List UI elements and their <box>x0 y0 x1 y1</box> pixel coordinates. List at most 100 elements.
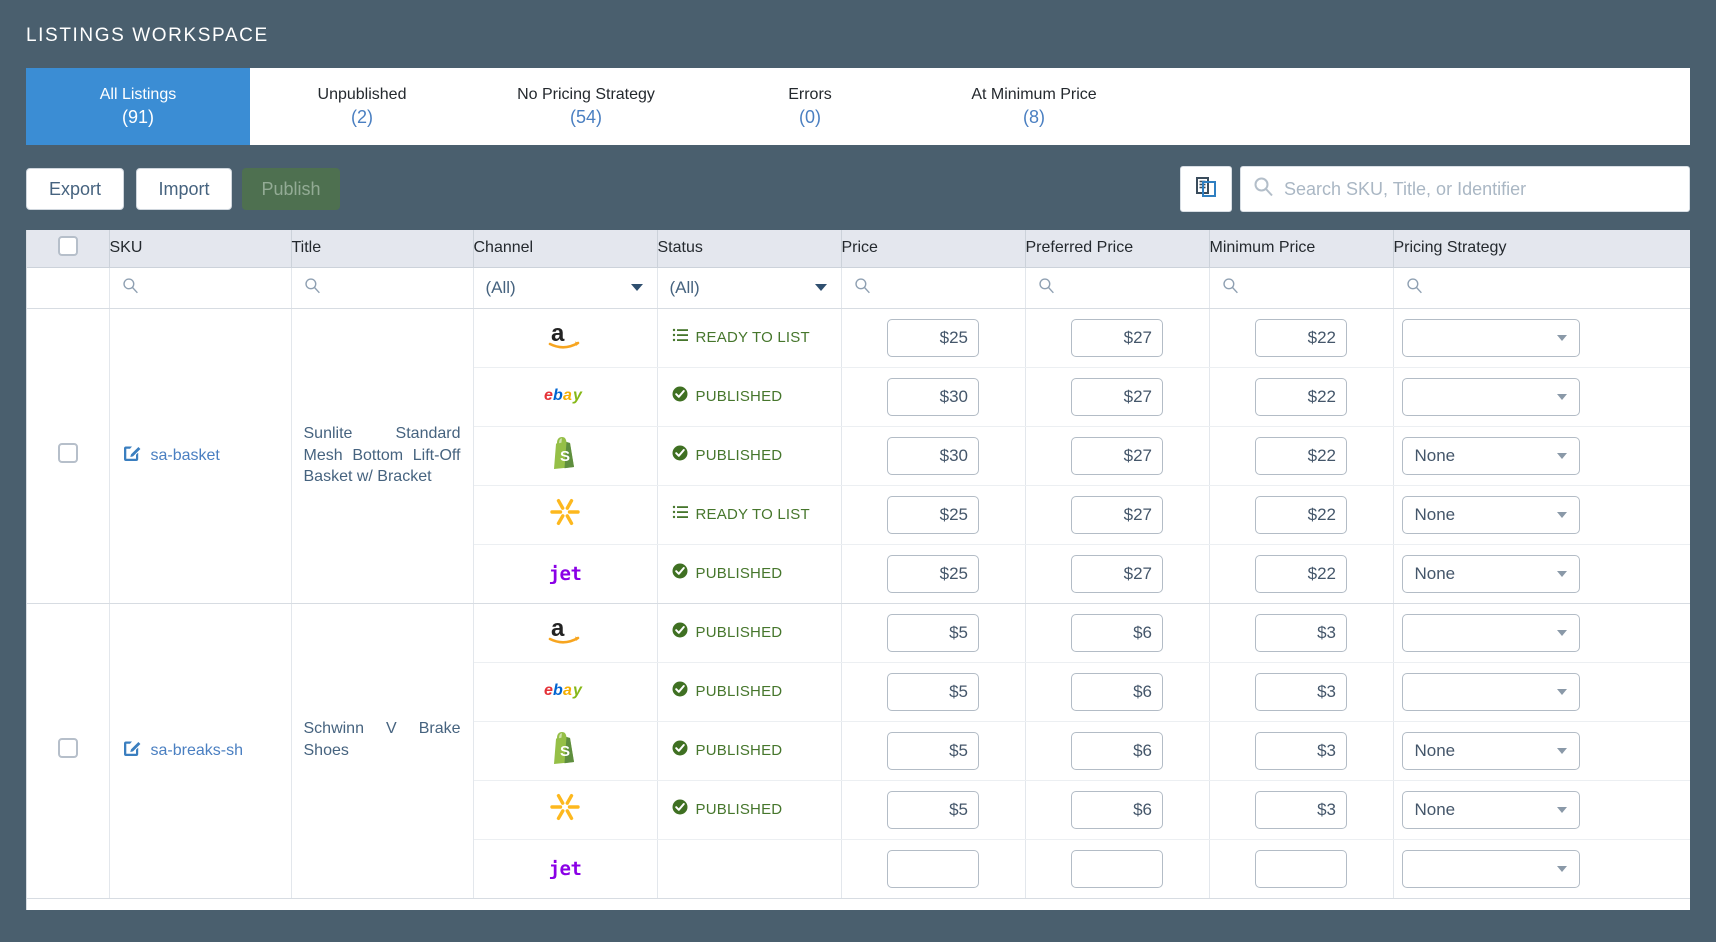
minimum-price-input[interactable]: $3 <box>1255 672 1347 711</box>
column-header-strategy[interactable]: Pricing Strategy <box>1393 230 1690 268</box>
status-cell: PUBLISHED <box>657 662 842 722</box>
jet-logo-icon: jet <box>548 562 582 585</box>
column-header-status[interactable]: Status <box>657 230 842 268</box>
column-header-minimum[interactable]: Minimum Price <box>1209 230 1394 268</box>
row-checkbox[interactable] <box>57 738 78 758</box>
price-input[interactable]: $5 <box>887 731 979 770</box>
price-input[interactable]: $25 <box>887 318 979 357</box>
export-button[interactable]: Export <box>26 168 124 210</box>
channel-cell: a <box>473 308 658 368</box>
sku-link[interactable]: sa-basket <box>151 447 220 465</box>
minimum-price-input[interactable]: $22 <box>1255 318 1347 357</box>
preferred-price-input[interactable]: $6 <box>1071 613 1163 652</box>
preferred-price-input[interactable]: $27 <box>1071 436 1163 475</box>
minimum-price-input[interactable]: $3 <box>1255 790 1347 829</box>
preferred-price-input-cell: $6 <box>1025 603 1210 663</box>
filter-pricing-strategy[interactable] <box>1393 267 1690 309</box>
tab-count: (0) <box>799 106 821 127</box>
tab-unpublished[interactable]: Unpublished (2) <box>250 68 474 145</box>
minimum-price-input[interactable]: $22 <box>1255 554 1347 593</box>
search-box[interactable] <box>1240 166 1690 212</box>
price-input-cell: $30 <box>841 426 1026 486</box>
minimum-price-input[interactable]: $22 <box>1255 495 1347 534</box>
tab-all-listings[interactable]: All Listings (91) <box>26 68 250 145</box>
pricing-strategy-select[interactable] <box>1401 377 1580 416</box>
price-input[interactable]: $5 <box>887 613 979 652</box>
tab-errors[interactable]: Errors (0) <box>698 68 922 145</box>
check-circle-icon <box>672 681 688 702</box>
jet-logo-icon: jet <box>548 857 582 880</box>
pricing-strategy-select[interactable]: None <box>1401 554 1580 593</box>
filter-channel[interactable]: (All) <box>473 267 658 309</box>
preferred-price-input[interactable]: $27 <box>1071 554 1163 593</box>
column-header-title[interactable]: Title <box>291 230 474 268</box>
chevron-down-icon <box>1556 688 1567 695</box>
price-input[interactable]: $30 <box>887 436 979 475</box>
price-input[interactable]: $5 <box>887 672 979 711</box>
pricing-strategy-select[interactable]: None <box>1401 790 1580 829</box>
publish-button[interactable]: Publish <box>242 168 340 210</box>
column-header-preferred[interactable]: Preferred Price <box>1025 230 1210 268</box>
search-input[interactable] <box>1284 178 1677 200</box>
toolbar: Export Import Publish <box>26 165 1690 215</box>
preferred-price-input[interactable]: $27 <box>1071 377 1163 416</box>
table-row[interactable]: sa-basket Sunlite Standard Mesh Bottom Li… <box>27 308 1690 604</box>
preferred-price-input[interactable]: $6 <box>1071 672 1163 711</box>
chevron-down-icon <box>1556 629 1567 636</box>
pricing-strategy-select[interactable]: None <box>1401 731 1580 770</box>
status-badge: PUBLISHED <box>695 447 783 464</box>
select-all-checkbox[interactable] <box>57 235 78 256</box>
edit-icon[interactable] <box>122 444 141 468</box>
sku-link[interactable]: sa-breaks-sh <box>151 742 243 760</box>
preferred-price-input-cell: $6 <box>1025 721 1210 781</box>
status-cell: READY TO LIST <box>657 308 842 368</box>
tab-no-pricing-strategy[interactable]: No Pricing Strategy (54) <box>474 68 698 145</box>
pricing-strategy-select[interactable] <box>1401 849 1580 888</box>
status-cell: READY TO LIST <box>657 485 842 545</box>
filter-sku[interactable] <box>109 267 292 309</box>
pricing-strategy-select[interactable] <box>1401 613 1580 652</box>
preferred-price-input[interactable]: $27 <box>1071 495 1163 534</box>
filter-title[interactable] <box>291 267 474 309</box>
columns-button[interactable] <box>1180 166 1232 212</box>
preferred-price-input[interactable] <box>1071 849 1163 888</box>
preferred-price-input[interactable]: $6 <box>1071 790 1163 829</box>
pricing-strategy-select[interactable]: None <box>1401 436 1580 475</box>
minimum-price-input[interactable]: $22 <box>1255 377 1347 416</box>
filter-status[interactable]: (All) <box>657 267 842 309</box>
price-input[interactable]: $25 <box>887 554 979 593</box>
price-input[interactable]: $30 <box>887 377 979 416</box>
edit-icon[interactable] <box>122 739 141 763</box>
row-checkbox[interactable] <box>57 443 78 463</box>
shopify-logo-icon: S <box>550 731 580 770</box>
column-header-sku[interactable]: SKU <box>109 230 292 268</box>
filter-price[interactable] <box>841 267 1026 309</box>
filter-preferred-price[interactable] <box>1025 267 1210 309</box>
tab-at-minimum-price[interactable]: At Minimum Price (8) <box>922 68 1146 145</box>
minimum-price-input[interactable] <box>1255 849 1347 888</box>
chevron-down-icon <box>1556 747 1567 754</box>
column-header-price[interactable]: Price <box>841 230 1026 268</box>
row-select-cell <box>27 308 110 604</box>
pricing-strategy-select[interactable] <box>1401 672 1580 711</box>
chevron-down-icon <box>1556 393 1567 400</box>
search-icon <box>122 277 139 298</box>
preferred-price-input[interactable]: $27 <box>1071 318 1163 357</box>
minimum-price-input[interactable]: $3 <box>1255 613 1347 652</box>
table-row[interactable]: sa-breaks-sh Schwinn V Brake Shoes a PUBLIS… <box>27 603 1690 899</box>
import-button[interactable]: Import <box>136 168 232 210</box>
preferred-price-input[interactable]: $6 <box>1071 731 1163 770</box>
filter-minimum-price[interactable] <box>1209 267 1394 309</box>
minimum-price-input[interactable]: $3 <box>1255 731 1347 770</box>
price-input[interactable] <box>887 849 979 888</box>
channel-cell: ebay <box>473 662 658 722</box>
ebay-logo-icon: ebay <box>543 384 587 409</box>
price-input[interactable]: $25 <box>887 495 979 534</box>
pricing-strategy-select[interactable] <box>1401 318 1580 357</box>
pricing-strategy-value: None <box>1414 799 1456 819</box>
column-header-channel[interactable]: Channel <box>473 230 658 268</box>
pricing-strategy-select[interactable]: None <box>1401 495 1580 534</box>
check-circle-icon <box>672 386 688 407</box>
price-input[interactable]: $5 <box>887 790 979 829</box>
minimum-price-input[interactable]: $22 <box>1255 436 1347 475</box>
